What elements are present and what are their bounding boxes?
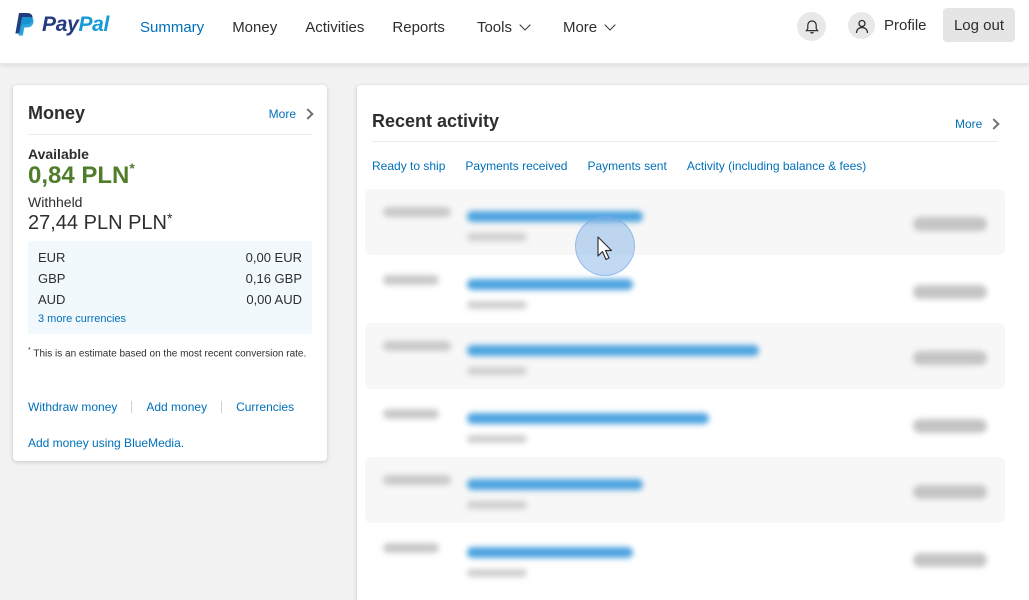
activity-row[interactable] bbox=[365, 457, 1005, 523]
chevron-right-icon bbox=[302, 108, 314, 120]
activity-row[interactable] bbox=[365, 189, 1005, 255]
add-money-bluemedia-link[interactable]: Add money using BlueMedia. bbox=[28, 436, 184, 450]
redacted-title bbox=[467, 547, 633, 558]
currencies-link[interactable]: Currencies bbox=[236, 400, 294, 414]
recent-activity-title: Recent activity bbox=[372, 111, 500, 131]
paypal-logo-icon bbox=[12, 11, 36, 39]
currency-list: EUR 0,00 EUR GBP 0,16 GBP AUD 0,00 AUD 3 mo… bbox=[28, 241, 312, 334]
filter-ready-to-ship[interactable]: Ready to ship bbox=[372, 159, 445, 173]
mouse-cursor-highlight bbox=[575, 216, 635, 276]
cursor-arrow-icon bbox=[597, 236, 613, 261]
chevron-right-icon bbox=[988, 118, 1001, 130]
divider bbox=[221, 401, 223, 413]
activity-more-link[interactable]: More bbox=[955, 117, 1001, 131]
redacted-subtitle bbox=[467, 233, 527, 241]
paypal-logo[interactable]: PayPal bbox=[12, 10, 109, 40]
redacted-date bbox=[383, 475, 451, 485]
activity-filters: Ready to ship Payments received Payments… bbox=[372, 159, 886, 173]
redacted-date bbox=[383, 207, 451, 217]
activity-row[interactable] bbox=[365, 323, 1005, 389]
filter-activity-all[interactable]: Activity (including balance & fees) bbox=[687, 159, 866, 173]
top-navigation-bar: PayPal Summary Money Activities Reports … bbox=[0, 0, 1029, 64]
currency-row: GBP 0,16 GBP bbox=[38, 271, 302, 286]
user-icon bbox=[848, 12, 875, 39]
nav-more[interactable]: More bbox=[549, 19, 628, 36]
redacted-date bbox=[383, 341, 451, 351]
notifications-button[interactable] bbox=[797, 12, 826, 41]
main-nav: Summary Money Activities Reports Tools M… bbox=[126, 0, 628, 54]
withheld-balance: 27,44 PLN PLN* bbox=[28, 210, 173, 234]
withdraw-money-link[interactable]: Withdraw money bbox=[28, 400, 117, 414]
redacted-subtitle bbox=[467, 501, 527, 509]
redacted-subtitle bbox=[467, 569, 527, 577]
money-card: Money More Available 0,84 PLN* Withheld … bbox=[13, 85, 327, 461]
redacted-amount bbox=[913, 419, 987, 433]
redacted-title bbox=[467, 413, 709, 424]
add-money-link[interactable]: Add money bbox=[146, 400, 207, 414]
nav-tools[interactable]: Tools bbox=[463, 19, 543, 36]
divider bbox=[131, 401, 133, 413]
redacted-amount bbox=[913, 217, 987, 231]
redacted-amount bbox=[913, 485, 987, 499]
redacted-title bbox=[467, 279, 633, 290]
paypal-wordmark: PayPal bbox=[42, 13, 110, 36]
redacted-title bbox=[467, 345, 759, 356]
redacted-subtitle bbox=[467, 367, 527, 375]
money-title: Money bbox=[28, 103, 86, 123]
currency-row: AUD 0,00 AUD bbox=[38, 292, 302, 307]
available-balance: 0,84 PLN* bbox=[28, 160, 135, 189]
redacted-amount bbox=[913, 553, 987, 567]
redacted-subtitle bbox=[467, 301, 527, 309]
chevron-down-icon bbox=[519, 19, 531, 31]
activity-row[interactable] bbox=[365, 257, 1005, 323]
redacted-date bbox=[383, 409, 439, 419]
chevron-down-icon bbox=[604, 19, 616, 31]
nav-activities[interactable]: Activities bbox=[291, 19, 378, 36]
money-card-header: Money More bbox=[28, 103, 314, 135]
filter-payments-received[interactable]: Payments received bbox=[465, 159, 567, 173]
available-label: Available bbox=[28, 146, 89, 162]
redacted-amount bbox=[913, 285, 987, 299]
activity-row[interactable] bbox=[365, 391, 1005, 457]
more-currencies-link[interactable]: 3 more currencies bbox=[38, 313, 126, 325]
money-more-link[interactable]: More bbox=[269, 107, 314, 121]
estimate-note: * This is an estimate based on the most … bbox=[28, 347, 307, 360]
withheld-label: Withheld bbox=[28, 194, 83, 210]
activity-row[interactable] bbox=[365, 525, 1005, 591]
nav-summary[interactable]: Summary bbox=[126, 19, 218, 36]
currency-row: EUR 0,00 EUR bbox=[38, 250, 302, 265]
logout-button[interactable]: Log out bbox=[943, 8, 1015, 42]
bell-icon bbox=[804, 19, 819, 34]
redacted-date bbox=[383, 543, 439, 553]
redacted-subtitle bbox=[467, 435, 527, 443]
nav-money[interactable]: Money bbox=[218, 19, 291, 36]
profile-label: Profile bbox=[884, 17, 927, 34]
recent-activity-card: Recent activity More Ready to ship Payme… bbox=[357, 85, 1029, 600]
nav-reports[interactable]: Reports bbox=[378, 19, 459, 36]
redacted-date bbox=[383, 275, 439, 285]
filter-payments-sent[interactable]: Payments sent bbox=[587, 159, 666, 173]
redacted-amount bbox=[913, 351, 987, 365]
redacted-title bbox=[467, 479, 643, 490]
profile-menu[interactable]: Profile bbox=[848, 12, 927, 39]
money-actions: Withdraw money Add money Currencies bbox=[28, 400, 294, 414]
divider bbox=[372, 141, 998, 142]
